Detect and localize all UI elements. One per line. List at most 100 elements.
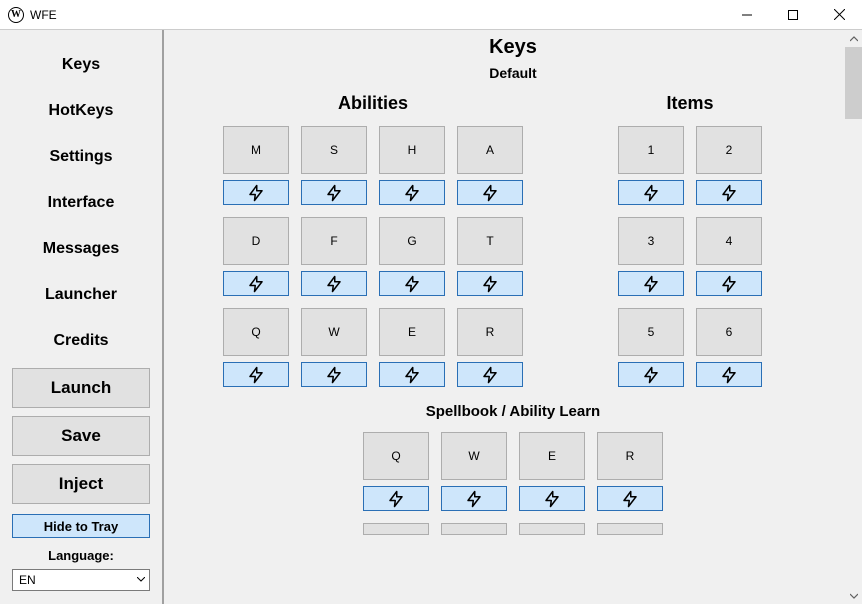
item-autocast-2-0[interactable] xyxy=(618,362,684,387)
ability-autocast-1-0[interactable] xyxy=(223,271,289,296)
autocast-icon xyxy=(325,184,343,202)
autocast-icon xyxy=(481,275,499,293)
nav-launcher[interactable]: Launcher xyxy=(0,272,162,318)
spellbook-key-partial-0[interactable] xyxy=(363,523,429,535)
autocast-icon xyxy=(403,184,421,202)
main-panel: Keys Default Abilities MSHADFGTQWER Item… xyxy=(164,30,862,604)
ability-key-2-3[interactable]: R xyxy=(457,308,523,356)
ability-autocast-1-2[interactable] xyxy=(379,271,445,296)
item-key-2-1[interactable]: 6 xyxy=(696,308,762,356)
ability-autocast-1-3[interactable] xyxy=(457,271,523,296)
ability-key-2-0[interactable]: Q xyxy=(223,308,289,356)
item-key-1-0[interactable]: 3 xyxy=(618,217,684,265)
ability-key-1-2[interactable]: G xyxy=(379,217,445,265)
item-autocast-1-1[interactable] xyxy=(696,271,762,296)
vertical-scrollbar[interactable] xyxy=(845,30,862,604)
autocast-icon xyxy=(543,490,561,508)
scroll-down-icon[interactable] xyxy=(845,587,862,604)
nav-interface[interactable]: Interface xyxy=(0,180,162,226)
ability-autocast-1-1[interactable] xyxy=(301,271,367,296)
close-icon xyxy=(834,9,845,20)
autocast-icon xyxy=(247,184,265,202)
ability-key-2-1[interactable]: W xyxy=(301,308,367,356)
ability-autocast-0-3[interactable] xyxy=(457,180,523,205)
ability-autocast-2-3[interactable] xyxy=(457,362,523,387)
spellbook-key-partial-2[interactable] xyxy=(519,523,585,535)
spellbook-autocast-0-3[interactable] xyxy=(597,486,663,511)
scrollbar-thumb[interactable] xyxy=(845,47,862,119)
language-label: Language: xyxy=(48,548,114,563)
ability-autocast-0-2[interactable] xyxy=(379,180,445,205)
autocast-icon xyxy=(481,366,499,384)
app-icon: W xyxy=(8,7,24,23)
item-key-0-1[interactable]: 2 xyxy=(696,126,762,174)
ability-key-0-2[interactable]: H xyxy=(379,126,445,174)
ability-autocast-0-1[interactable] xyxy=(301,180,367,205)
spellbook-key-0-1[interactable]: W xyxy=(441,432,507,480)
ability-key-1-0[interactable]: D xyxy=(223,217,289,265)
spellbook-key-0-3[interactable]: R xyxy=(597,432,663,480)
window-title: WFE xyxy=(30,8,57,22)
spellbook-autocast-0-1[interactable] xyxy=(441,486,507,511)
spellbook-autocast-0-2[interactable] xyxy=(519,486,585,511)
inject-button[interactable]: Inject xyxy=(12,464,150,504)
item-autocast-0-1[interactable] xyxy=(696,180,762,205)
ability-autocast-2-1[interactable] xyxy=(301,362,367,387)
save-button[interactable]: Save xyxy=(12,416,150,456)
ability-key-2-2[interactable]: E xyxy=(379,308,445,356)
ability-key-1-3[interactable]: T xyxy=(457,217,523,265)
spellbook-grid: QWER xyxy=(174,432,852,511)
item-autocast-0-0[interactable] xyxy=(618,180,684,205)
autocast-icon xyxy=(325,275,343,293)
scroll-up-icon[interactable] xyxy=(845,30,862,47)
ability-key-0-1[interactable]: S xyxy=(301,126,367,174)
item-key-0-0[interactable]: 1 xyxy=(618,126,684,174)
spellbook-autocast-0-0[interactable] xyxy=(363,486,429,511)
spellbook-heading: Spellbook / Ability Learn xyxy=(174,403,852,420)
spellbook-key-partial-3[interactable] xyxy=(597,523,663,535)
page-subtitle: Default xyxy=(174,65,852,81)
autocast-icon xyxy=(465,490,483,508)
language-select[interactable]: EN xyxy=(12,569,150,591)
maximize-button[interactable] xyxy=(770,0,816,30)
spellbook-key-0-0[interactable]: Q xyxy=(363,432,429,480)
spellbook-key-0-2[interactable]: E xyxy=(519,432,585,480)
nav-credits[interactable]: Credits xyxy=(0,318,162,364)
autocast-icon xyxy=(481,184,499,202)
autocast-icon xyxy=(247,275,265,293)
minimize-icon xyxy=(742,10,752,20)
spellbook-key-partial-1[interactable] xyxy=(441,523,507,535)
launch-button[interactable]: Launch xyxy=(12,368,150,408)
autocast-icon xyxy=(720,366,738,384)
item-autocast-2-1[interactable] xyxy=(696,362,762,387)
minimize-button[interactable] xyxy=(724,0,770,30)
autocast-icon xyxy=(403,275,421,293)
item-key-1-1[interactable]: 4 xyxy=(696,217,762,265)
titlebar: W WFE xyxy=(0,0,862,30)
hide-to-tray-button[interactable]: Hide to Tray xyxy=(12,514,150,538)
ability-key-0-3[interactable]: A xyxy=(457,126,523,174)
chevron-down-icon xyxy=(137,575,145,586)
ability-autocast-2-2[interactable] xyxy=(379,362,445,387)
ability-autocast-2-0[interactable] xyxy=(223,362,289,387)
items-grid: 123456 xyxy=(618,126,762,387)
items-heading: Items xyxy=(618,93,762,114)
ability-autocast-0-0[interactable] xyxy=(223,180,289,205)
autocast-icon xyxy=(720,275,738,293)
autocast-icon xyxy=(325,366,343,384)
autocast-icon xyxy=(403,366,421,384)
ability-key-1-1[interactable]: F xyxy=(301,217,367,265)
close-button[interactable] xyxy=(816,0,862,30)
abilities-heading: Abilities xyxy=(174,93,572,114)
nav-settings[interactable]: Settings xyxy=(0,134,162,180)
nav-keys[interactable]: Keys xyxy=(0,42,162,88)
nav-hotkeys[interactable]: HotKeys xyxy=(0,88,162,134)
item-autocast-1-0[interactable] xyxy=(618,271,684,296)
autocast-icon xyxy=(642,275,660,293)
abilities-grid: MSHA DFGT QWER xyxy=(174,126,572,387)
sidebar: Keys HotKeys Settings Interface Messages… xyxy=(0,30,164,604)
autocast-icon xyxy=(621,490,639,508)
nav-messages[interactable]: Messages xyxy=(0,226,162,272)
ability-key-0-0[interactable]: M xyxy=(223,126,289,174)
item-key-2-0[interactable]: 5 xyxy=(618,308,684,356)
